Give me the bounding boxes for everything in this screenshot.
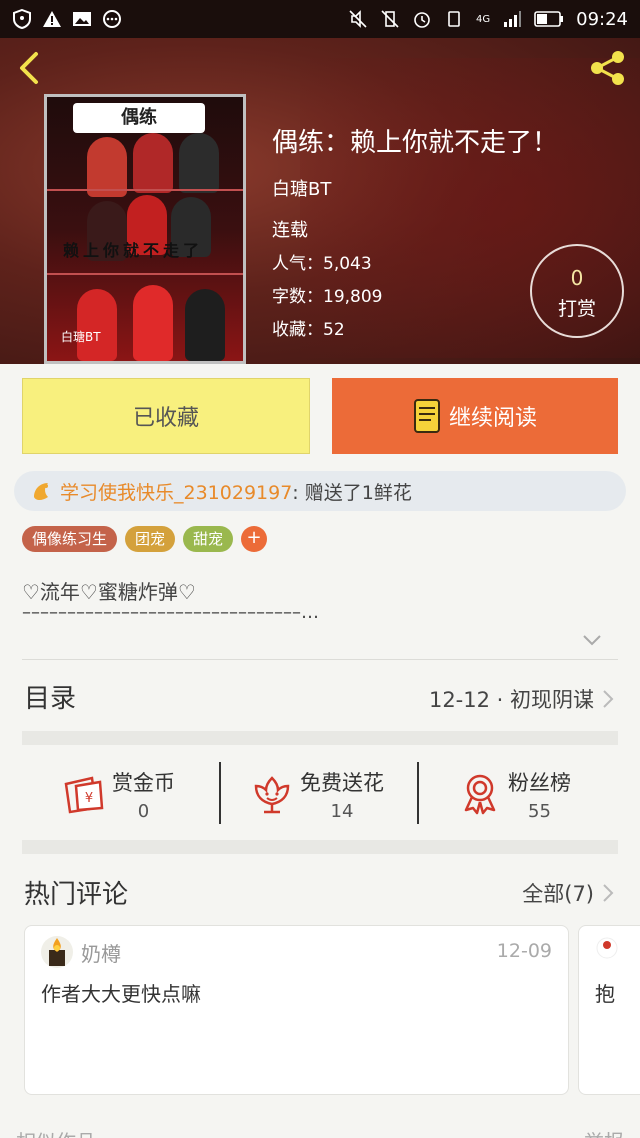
tag-item[interactable]: 团宠 [125,526,176,552]
flower-gift-message: : 赠送了1鲜花 [292,481,412,504]
favorites-stat: 收藏：52 [272,320,345,340]
collected-button[interactable]: 已收藏 [22,378,310,454]
signal-icon [504,11,522,27]
cover-text: 赖上你就不走了 [63,241,204,260]
warning-icon [43,11,61,27]
tip-count: 0 [570,266,584,290]
section-separator [22,731,618,745]
flower-gift-user[interactable]: 学习使我快乐_231029197 [60,478,292,505]
cover-sign: 白瑭BT [61,330,101,344]
comment-card[interactable]: 抱 [578,925,640,1095]
image-icon [73,12,91,26]
sim-icon [448,11,460,27]
status-bar: 4G 09:24 [0,0,640,38]
book-author[interactable]: 白瑭BT [272,175,331,201]
book-intro-line2: –––––––––––––––––––––––––––––––… [22,602,319,623]
free-flower[interactable]: 免费送花 14 [250,762,384,826]
collected-label: 已收藏 [132,406,199,431]
wordcount-value: 19,809 [323,287,383,307]
fan-ranking[interactable]: 粉丝榜 55 [458,762,571,826]
gold-coin-tip[interactable]: ¥ 赏金币 0 [62,762,175,826]
catalog-label[interactable]: 目录 [24,678,76,715]
comment-username[interactable]: 奶樽 [81,938,121,967]
stat-separator [219,762,221,824]
report-link[interactable]: 举报 [584,1126,624,1138]
wordcount-stat: 字数：19,809 [272,287,383,307]
hot-comments-label: 热门评论 [24,880,129,910]
tag-list: 偶像练习生 团宠 甜宠 + [22,526,268,552]
book-status: 连载 [272,220,308,241]
status-left-icons [12,9,122,29]
flower-gift-banner[interactable]: 学习使我快乐_231029197 : 赠送了1鲜花 [14,471,626,511]
more-icon [103,10,121,28]
svg-text:¥: ¥ [85,791,93,806]
book-icon [413,399,440,433]
catalog-latest-chapter[interactable]: 12-12 · 初现阴谋 [429,684,614,714]
shield-icon [13,9,31,29]
continue-reading-label: 继续阅读 [448,406,537,431]
red-envelope-icon: ¥ [64,776,104,814]
latest-chapter-text: 12-12 · 初现阴谋 [428,688,594,712]
tag-item[interactable]: 偶像练习生 [22,526,118,552]
medal-icon [464,774,496,815]
avatar [596,937,618,959]
network-type: 4G [476,13,491,25]
favorites-value: 52 [323,320,345,340]
stat-value: 0 [137,800,150,822]
cover-title: 偶练 [73,103,205,133]
flower-icon [254,776,290,814]
tip-label: 打赏 [557,298,596,320]
share-icon[interactable] [588,48,628,88]
stat-value: 55 [528,800,551,822]
stat-label: 赏金币 [112,770,175,795]
all-comments-text: 全部(7) [522,882,594,906]
add-tag-button[interactable]: + [241,526,268,552]
stat-label: 免费送花 [300,770,384,795]
similar-works-label[interactable]: 相似作品 [16,1126,96,1138]
book-cover[interactable]: 偶练 赖上你就不走了 白瑭BT [44,94,246,364]
comment-card[interactable]: 奶樽 12-09 作者大大更快点嘛 [24,925,569,1095]
tip-button[interactable]: 0 打赏 [530,244,624,338]
chevron-down-icon[interactable] [582,634,602,646]
popularity-value: 5,043 [323,254,372,274]
stat-separator [417,762,419,824]
book-title: 偶练：赖上你就不走了！ [272,128,559,158]
continue-reading-button[interactable]: 继续阅读 [332,378,618,454]
flower-moon-icon [34,483,48,500]
chevron-right-icon [603,884,614,902]
divider [22,659,618,660]
comment-text: 作者大大更快点嘛 [41,982,201,1006]
avatar[interactable] [41,936,73,968]
comment-text: 抱 [595,982,615,1006]
stat-value: 14 [330,800,354,822]
back-arrow-icon[interactable] [14,50,46,86]
alarm-icon [414,12,430,28]
tag-item[interactable]: 甜宠 [183,526,234,552]
all-comments-link[interactable]: 全部(7) [522,878,614,908]
book-intro: ♡流年♡蜜糖炸弹♡ [22,580,196,604]
section-separator [22,840,618,854]
status-right-icons: 4G 09:24 [348,9,628,30]
status-time: 09:24 [576,8,628,30]
popularity-stat: 人气：5,043 [272,254,372,274]
stat-label: 粉丝榜 [508,770,571,795]
book-header: 偶练 赖上你就不走了 白瑭BT 偶练：赖上你就不走了！ 白瑭BT 连载 人气：5… [0,38,640,364]
battery-icon [534,11,564,27]
mute-icon [349,10,367,28]
vibrate-off-icon [381,10,399,28]
comment-date: 12-09 [496,940,552,962]
chevron-right-icon [603,690,614,708]
